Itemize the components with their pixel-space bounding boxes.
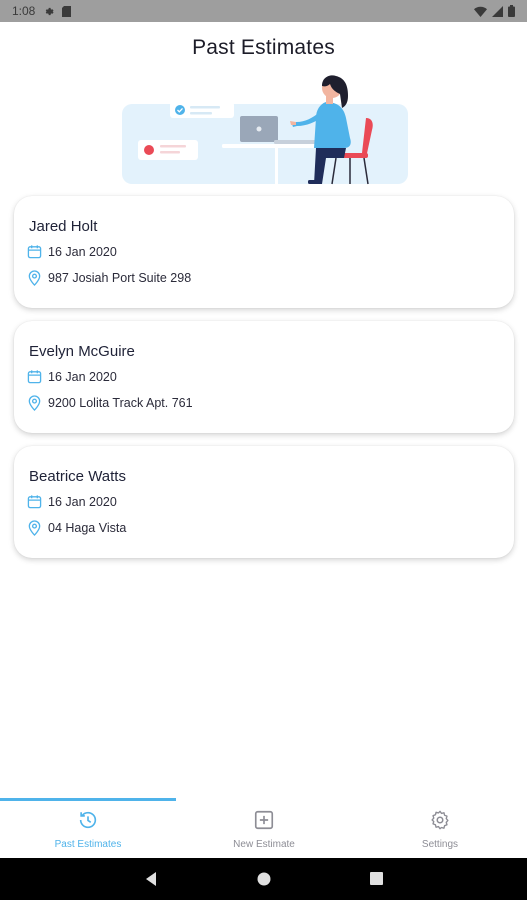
status-bar: 1:08 [0, 0, 527, 22]
recents-icon[interactable] [370, 872, 383, 890]
estimate-address: 04 Haga Vista [48, 521, 127, 535]
customer-name: Beatrice Watts [29, 468, 126, 485]
estimate-address: 9200 Lolita Track Apt. 761 [48, 396, 193, 410]
location-pin-icon [27, 520, 42, 536]
status-left: 1:08 [12, 4, 72, 18]
nav-label: New Estimate [233, 839, 295, 850]
page-title: Past Estimates [192, 36, 335, 59]
sd-card-icon [62, 5, 72, 17]
battery-icon [508, 5, 515, 17]
estimate-address: 987 Josiah Port Suite 298 [48, 271, 192, 285]
date-row: 16 Jan 2020 [27, 369, 117, 384]
location-pin-icon [27, 395, 42, 411]
signal-icon [492, 5, 503, 17]
customer-name: Evelyn McGuire [29, 343, 135, 360]
bottom-nav: Past Estimates New Estimate Settings [0, 798, 527, 858]
woman-at-laptop-illustration [122, 75, 408, 185]
estimate-date: 16 Jan 2020 [48, 494, 117, 509]
back-icon[interactable] [144, 871, 158, 892]
nav-past-estimates[interactable]: Past Estimates [0, 798, 176, 858]
nav-label: Past Estimates [54, 839, 122, 850]
estimate-card[interactable]: Beatrice Watts 16 Jan 2020 04 Haga Vista [14, 446, 514, 558]
address-row: 9200 Lolita Track Apt. 761 [27, 395, 193, 411]
calendar-icon [27, 244, 42, 259]
nav-label: Settings [421, 839, 459, 850]
date-row: 16 Jan 2020 [27, 494, 117, 509]
settings-icon [43, 6, 54, 17]
status-right [474, 5, 515, 17]
estimate-date: 16 Jan 2020 [48, 244, 117, 259]
screen: 1:08 Past Estimates Jared Holt 16 Jan 20… [0, 0, 527, 900]
history-icon [77, 808, 99, 832]
calendar-icon [27, 494, 42, 509]
home-icon[interactable] [257, 872, 271, 891]
add-box-icon [253, 808, 275, 832]
estimate-date: 16 Jan 2020 [48, 369, 117, 384]
nav-settings[interactable]: Settings [352, 798, 527, 858]
nav-new-estimate[interactable]: New Estimate [176, 798, 352, 858]
system-nav-bar [0, 858, 527, 900]
wifi-icon [474, 6, 487, 17]
status-time: 1:08 [12, 4, 36, 18]
location-pin-icon [27, 270, 42, 286]
date-row: 16 Jan 2020 [27, 244, 117, 259]
calendar-icon [27, 369, 42, 384]
gear-icon [429, 808, 451, 832]
address-row: 04 Haga Vista [27, 520, 126, 536]
estimate-card[interactable]: Evelyn McGuire 16 Jan 2020 9200 Lolita T… [14, 321, 514, 433]
estimate-card[interactable]: Jared Holt 16 Jan 2020 987 Josiah Port S… [14, 196, 514, 308]
customer-name: Jared Holt [29, 218, 98, 235]
address-row: 987 Josiah Port Suite 298 [27, 270, 191, 286]
